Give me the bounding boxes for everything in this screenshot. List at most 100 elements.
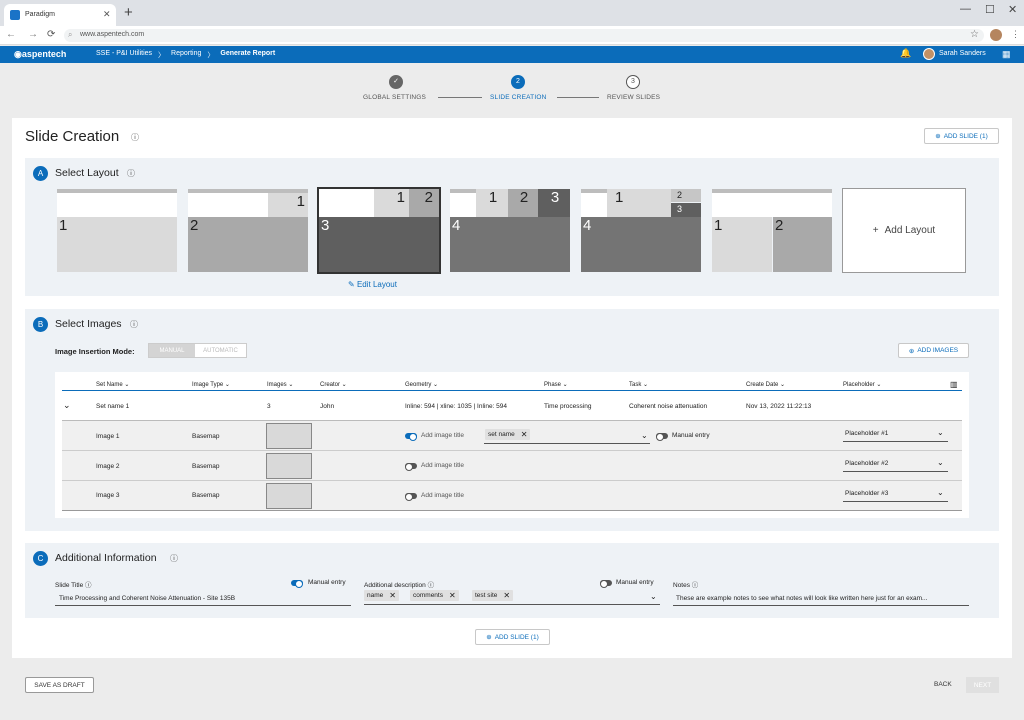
description-manual-toggle[interactable]: [600, 580, 612, 588]
browser-profile-avatar[interactable]: [990, 29, 1002, 41]
browser-tab[interactable]: Paradigm ✕: [4, 4, 116, 26]
step-label[interactable]: GLOBAL SETTINGS: [363, 94, 426, 101]
save-draft-button[interactable]: SAVE AS DRAFT: [25, 677, 94, 693]
chip-remove-icon[interactable]: ✕: [449, 591, 456, 600]
add-images-button[interactable]: ⊕ ADD IMAGES: [898, 343, 969, 358]
step-complete-icon[interactable]: ✓: [389, 75, 403, 89]
app-logo[interactable]: ◉aspentech: [14, 49, 66, 60]
layout-cell: 3: [671, 203, 701, 217]
browser-tab-bar: Paradigm ✕ + — ☐ ✕: [0, 0, 1024, 26]
notes-label: Notes ⓘ: [673, 582, 699, 589]
bell-icon[interactable]: 🔔: [900, 48, 911, 59]
reload-icon[interactable]: ⟳: [47, 29, 55, 40]
tab-close-icon[interactable]: ✕: [103, 9, 111, 20]
maximize-icon[interactable]: ☐: [985, 3, 995, 16]
forward-arrow-icon[interactable]: →: [28, 29, 38, 40]
layout-cell: 2: [508, 189, 538, 217]
layout-option-6[interactable]: 1 2: [712, 189, 832, 272]
column-header-images[interactable]: Images ⌄: [267, 381, 293, 388]
window-close-icon[interactable]: ✕: [1008, 3, 1017, 16]
breadcrumb-item[interactable]: Reporting: [171, 50, 201, 60]
image-title-toggle[interactable]: [405, 463, 417, 471]
avatar[interactable]: [923, 48, 935, 60]
layout-option-2[interactable]: 1 2: [188, 189, 308, 272]
info-icon[interactable]: ⓘ: [170, 553, 178, 564]
chip-remove-icon[interactable]: ✕: [521, 430, 528, 439]
info-icon[interactable]: ⓘ: [131, 132, 139, 143]
dropdown-chevron-icon[interactable]: ⌄: [937, 458, 944, 467]
add-layout-button[interactable]: + Add Layout: [842, 188, 966, 273]
chip: comments ✕: [410, 590, 459, 601]
set-name-cell: Set name 1: [96, 403, 130, 410]
image-thumbnail[interactable]: [266, 483, 312, 509]
placeholder-select[interactable]: Placeholder #1: [845, 430, 888, 437]
chip-remove-icon[interactable]: ✕: [503, 591, 510, 600]
slide-title-label: Slide Title ⓘ: [55, 582, 92, 589]
image-name-cell: Image 1: [96, 433, 120, 440]
step-label[interactable]: SLIDE CREATION: [490, 94, 547, 101]
user-name[interactable]: Sarah Sanders: [939, 50, 986, 57]
column-header-create-date[interactable]: Create Date ⌄: [746, 381, 785, 388]
edit-layout-link[interactable]: ✎ Edit Layout: [348, 280, 397, 289]
mode-manual-option[interactable]: MANUAL: [149, 344, 195, 357]
layout-option-1[interactable]: 1: [57, 189, 177, 272]
breadcrumb-item[interactable]: SSE - P&I Utilities: [96, 50, 152, 60]
back-arrow-icon[interactable]: ←: [6, 29, 16, 40]
layout-option-5[interactable]: 1 2 3 4: [581, 189, 701, 272]
info-icon[interactable]: ⓘ: [130, 319, 138, 330]
next-button[interactable]: NEXT: [966, 677, 999, 693]
notes-input[interactable]: These are example notes to see what note…: [676, 595, 927, 602]
column-header-set-name[interactable]: Set Name ⌄: [96, 381, 129, 388]
add-image-title-label: Add image title: [421, 432, 464, 439]
column-header-task[interactable]: Task ⌄: [629, 381, 648, 388]
step-number[interactable]: 3: [626, 75, 640, 89]
dropdown-chevron-icon[interactable]: ⌄: [937, 428, 944, 437]
column-settings-icon[interactable]: ▥: [950, 380, 958, 389]
back-button[interactable]: BACK: [934, 681, 952, 688]
app-grid-icon[interactable]: ▦: [1002, 49, 1011, 60]
layout-cell: 1: [476, 189, 508, 217]
step-label[interactable]: REVIEW SLIDES: [607, 94, 660, 101]
image-title-toggle[interactable]: [405, 433, 417, 441]
column-header-image-type[interactable]: Image Type ⌄: [192, 381, 230, 388]
minimize-icon[interactable]: —: [960, 3, 971, 15]
chip-remove-icon[interactable]: ✕: [389, 591, 396, 600]
manual-entry-toggle[interactable]: [656, 433, 668, 441]
layout-cell: 2: [188, 217, 308, 272]
column-header-placeholder[interactable]: Placeholder ⌄: [843, 381, 881, 388]
column-header-phase[interactable]: Phase ⌄: [544, 381, 568, 388]
info-icon[interactable]: ⓘ: [127, 168, 135, 179]
mode-automatic-option[interactable]: AUTOMATIC: [195, 344, 246, 357]
breadcrumb-item[interactable]: Generate Report: [220, 50, 275, 60]
add-slide-bottom-button[interactable]: ⊕ ADD SLIDE (1): [475, 629, 550, 645]
dropdown-chevron-icon[interactable]: ⌄: [937, 488, 944, 497]
address-bar[interactable]: ⌕ www.aspentech.com: [64, 29, 984, 42]
header-divider: [62, 390, 962, 391]
dropdown-chevron-icon[interactable]: ⌄: [650, 592, 657, 601]
image-thumbnail[interactable]: [266, 453, 312, 479]
layout-cell: 3: [538, 189, 570, 217]
new-tab-icon[interactable]: +: [124, 4, 133, 21]
placeholder-select[interactable]: Placeholder #2: [845, 460, 888, 467]
browser-menu-icon[interactable]: ⋮: [1011, 29, 1020, 40]
placeholder-select[interactable]: Placeholder #3: [845, 490, 888, 497]
image-thumbnail[interactable]: [266, 423, 312, 449]
step-number[interactable]: 2: [511, 75, 525, 89]
layout-option-4[interactable]: 1 2 3 4: [450, 189, 570, 272]
phase-cell: Time processing: [544, 403, 592, 410]
bookmark-star-icon[interactable]: ☆: [970, 29, 979, 40]
insertion-mode-label: Image Insertion Mode:: [55, 347, 135, 356]
step-connector: [438, 97, 482, 98]
slide-title-input[interactable]: Time Processing and Coherent Noise Atten…: [59, 595, 235, 602]
layout-option-3-selected[interactable]: 1 2 3: [317, 187, 441, 274]
image-name-cell: Image 3: [96, 492, 120, 499]
add-slide-button[interactable]: ⊕ ADD SLIDE (1): [924, 128, 999, 144]
dropdown-chevron-icon[interactable]: ⌄: [641, 431, 648, 440]
slide-title-manual-toggle[interactable]: [291, 580, 303, 588]
column-header-geometry[interactable]: Geometry ⌄: [405, 381, 438, 388]
collapse-chevron-icon[interactable]: ⌄: [63, 400, 71, 411]
chip: name ✕: [364, 590, 399, 601]
manual-entry-label: Manual entry: [308, 579, 346, 586]
image-title-toggle[interactable]: [405, 493, 417, 501]
column-header-creator[interactable]: Creator ⌄: [320, 381, 347, 388]
